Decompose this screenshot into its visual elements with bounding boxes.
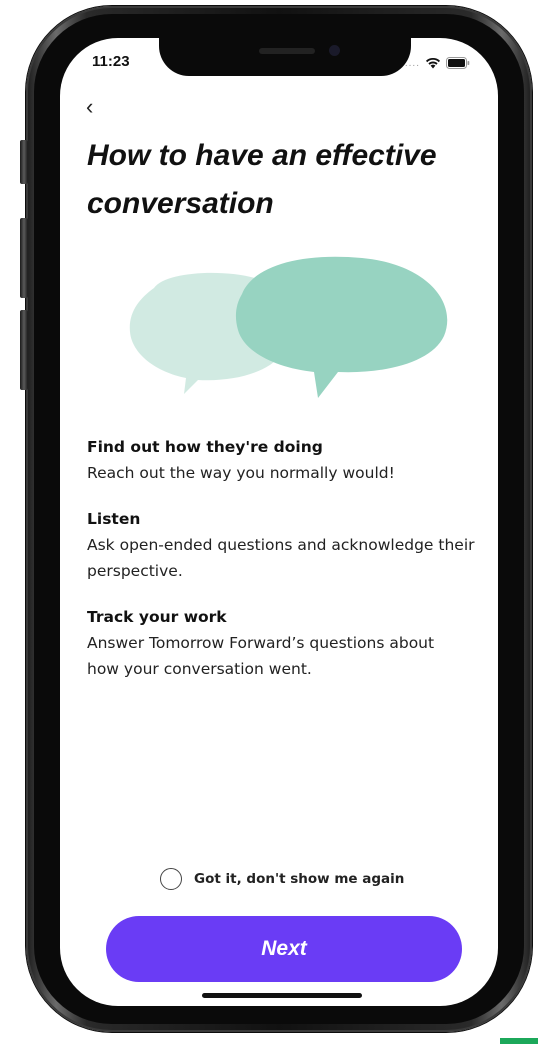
tip-body: Reach out the way you normally would! [87, 464, 395, 482]
dont-show-again-toggle[interactable]: Got it, don't show me again [160, 868, 404, 890]
mute-switch [20, 140, 28, 184]
tip-body: Answer Tomorrow Forward’s questions abou… [87, 634, 435, 678]
page-title: How to have an effective conversation [87, 139, 437, 220]
wifi-icon [425, 54, 441, 73]
tip-title: Find out how they're doing [87, 438, 323, 456]
signal-dots: .... [404, 58, 420, 69]
phone-screen: 11:23 .... ‹ How to have an effective co… [60, 38, 498, 1006]
volume-down-button [20, 310, 28, 390]
status-time: 11:23 [92, 53, 130, 70]
dont-show-again-radio[interactable] [160, 868, 182, 890]
back-button[interactable]: ‹ [86, 96, 93, 118]
next-button[interactable]: Next [106, 916, 462, 982]
tip-title: Track your work [87, 608, 227, 626]
front-camera [329, 45, 340, 56]
stage: 11:23 .... ‹ How to have an effective co… [0, 0, 538, 1044]
tip-item: Track your work Answer Tomorrow Forward’… [87, 604, 487, 682]
speaker-grille [259, 48, 315, 54]
status-icons: .... [405, 54, 470, 73]
battery-icon [446, 54, 470, 73]
tip-title: Listen [87, 510, 141, 528]
notch [159, 38, 411, 76]
tips-list: Find out how they're doing Reach out the… [87, 434, 487, 702]
next-button-label: Next [261, 937, 307, 960]
tip-item: Find out how they're doing Reach out the… [87, 434, 487, 486]
volume-up-button [20, 218, 28, 298]
tip-item: Listen Ask open-ended questions and ackn… [87, 506, 487, 584]
corner-mark [500, 1038, 538, 1044]
speech-bubbles-illustration [126, 248, 456, 428]
tip-body: Ask open-ended questions and acknowledge… [87, 536, 475, 580]
home-indicator[interactable] [202, 993, 362, 998]
dont-show-again-label: Got it, don't show me again [194, 871, 405, 887]
